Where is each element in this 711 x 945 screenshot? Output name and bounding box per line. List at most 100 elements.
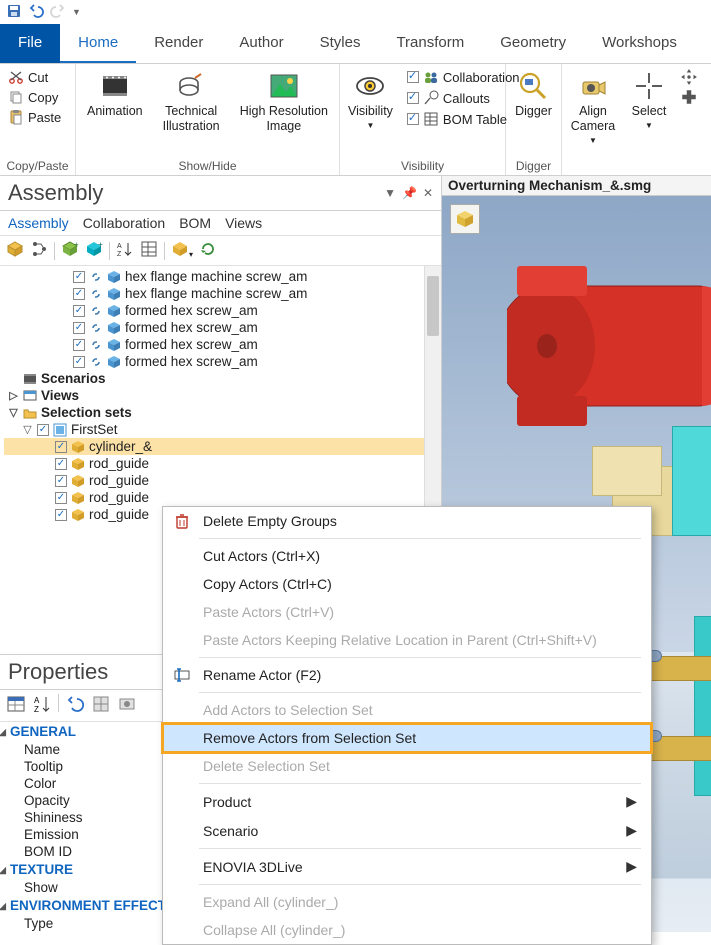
tree-checkbox[interactable]: ✓ (55, 492, 67, 504)
tree-scenarios[interactable]: Scenarios (4, 370, 441, 387)
subtab-bom[interactable]: BOM (179, 215, 211, 231)
tool-hierarchy-icon[interactable] (30, 240, 48, 261)
menu-item[interactable]: ENOVIA 3DLive▶ (163, 852, 651, 881)
tab-transform[interactable]: Transform (378, 24, 482, 63)
menu-item[interactable]: Rename Actor (F2) (163, 661, 651, 689)
visibility-button[interactable]: Visibility▼ (346, 68, 395, 133)
tab-styles[interactable]: Styles (302, 24, 379, 63)
subtab-assembly[interactable]: Assembly (8, 215, 69, 231)
checkbox-icon[interactable] (407, 113, 419, 125)
tool-sort-icon[interactable]: AZ (116, 240, 134, 261)
move-icon[interactable] (680, 68, 698, 86)
assembly-subtabs: Assembly Collaboration BOM Views (0, 211, 441, 236)
props-neutral2-icon[interactable] (117, 694, 137, 717)
panel-close-icon[interactable]: ✕ (423, 186, 433, 200)
copy-button[interactable]: Copy (6, 88, 63, 106)
tree-item[interactable]: ✓formed hex screw_am (4, 302, 441, 319)
assembly-panel-header: Assembly ▼ 📌 ✕ (0, 176, 441, 211)
animation-button[interactable]: Animation (85, 68, 145, 121)
tool-add2-icon[interactable]: + (85, 240, 103, 261)
redo-icon[interactable] (50, 3, 66, 22)
tab-render[interactable]: Render (136, 24, 221, 63)
props-undo-icon[interactable] (65, 694, 85, 717)
high-res-image-button[interactable]: High Resolution Image (238, 68, 330, 136)
tree-set-item[interactable]: ✓rod_guide (4, 472, 441, 489)
pan-icon[interactable] (680, 88, 698, 106)
checkbox-icon[interactable] (407, 92, 419, 104)
tree-checkbox[interactable]: ✓ (55, 441, 67, 453)
tree-checkbox[interactable]: ✓ (55, 475, 67, 487)
bom-table-toggle[interactable]: BOM Table (405, 110, 522, 128)
tree-checkbox[interactable]: ✓ (73, 339, 85, 351)
panel-title-assembly: Assembly (8, 180, 378, 206)
tree-checkbox[interactable]: ✓ (73, 305, 85, 317)
tree-checkbox[interactable]: ✓ (55, 509, 67, 521)
digger-button[interactable]: Digger (513, 68, 554, 121)
tab-geometry[interactable]: Geometry (482, 24, 584, 63)
tool-add-icon[interactable]: + (61, 240, 79, 261)
menu-item[interactable]: Copy Actors (Ctrl+C) (163, 570, 651, 598)
save-icon[interactable] (6, 3, 22, 22)
collaboration-toggle[interactable]: Collaboration (405, 68, 522, 86)
svg-text:Z: Z (34, 705, 39, 714)
callouts-toggle[interactable]: Callouts (405, 89, 522, 107)
svg-text:A: A (117, 243, 122, 250)
menu-item[interactable]: Product▶ (163, 787, 651, 816)
menu-item: Add Actors to Selection Set (163, 696, 651, 724)
menu-item[interactable]: Cut Actors (Ctrl+X) (163, 542, 651, 570)
tool-grid-icon[interactable] (140, 240, 158, 261)
quick-access-toolbar: ▼ (0, 0, 711, 24)
tool-cube-icon[interactable] (6, 240, 24, 261)
tree-checkbox[interactable]: ✓ (55, 458, 67, 470)
tab-workshops[interactable]: Workshops (584, 24, 695, 63)
tree-checkbox[interactable]: ✓ (73, 271, 85, 283)
tree-item[interactable]: ✓hex flange machine screw_am (4, 268, 441, 285)
menu-item[interactable]: Delete Empty Groups (163, 507, 651, 535)
tree-item[interactable]: ✓formed hex screw_am (4, 336, 441, 353)
tree-selection-sets[interactable]: ▽Selection sets (4, 404, 441, 421)
tree-item[interactable]: ✓hex flange machine screw_am (4, 285, 441, 302)
menu-separator (199, 538, 641, 539)
cut-button[interactable]: Cut (6, 68, 63, 86)
tree-checkbox[interactable]: ✓ (73, 356, 85, 368)
tree-checkbox[interactable]: ✓ (73, 288, 85, 300)
tree-checkbox[interactable]: ✓ (73, 322, 85, 334)
tree-item[interactable]: ✓formed hex screw_am (4, 319, 441, 336)
technical-illustration-button[interactable]: Technical Illustration (161, 68, 222, 136)
tree-firstset[interactable]: ▽✓FirstSet (4, 421, 441, 438)
tool-cycle-icon[interactable] (199, 240, 217, 261)
tree-checkbox[interactable]: ✓ (37, 424, 49, 436)
props-categorized-image-icon[interactable] (6, 694, 26, 717)
menu-item: Collapse All (cylinder_) (163, 916, 651, 944)
tree-item[interactable]: ✓formed hex screw_am (4, 353, 441, 370)
props-neutral-icon[interactable] (91, 694, 111, 717)
menu-item[interactable]: Remove Actors from Selection Set (163, 724, 651, 752)
tab-file[interactable]: File (0, 24, 60, 63)
tab-author[interactable]: Author (221, 24, 301, 63)
document-tab[interactable]: Overturning Mechanism_&.smg (442, 176, 711, 196)
ribbon-group-camera: Align Camera▼ (562, 64, 624, 175)
panel-dropdown-icon[interactable]: ▼ (384, 186, 396, 200)
menu-item[interactable]: Scenario▶ (163, 816, 651, 845)
paste-button[interactable]: Paste (6, 108, 63, 126)
align-camera-button[interactable]: Align Camera▼ (569, 68, 617, 148)
panel-pin-icon[interactable]: 📌 (402, 186, 417, 200)
props-sort-icon[interactable]: AZ (32, 694, 52, 717)
undo-icon[interactable] (28, 3, 44, 22)
subtab-views[interactable]: Views (225, 215, 262, 231)
menu-separator (199, 657, 641, 658)
tree-views[interactable]: ▷Views (4, 387, 441, 404)
subtab-collaboration[interactable]: Collaboration (83, 215, 166, 231)
menu-item: Delete Selection Set (163, 752, 651, 780)
menu-separator (199, 692, 641, 693)
checkbox-icon[interactable] (407, 71, 419, 83)
select-button[interactable]: Select▼ (630, 68, 669, 133)
tree-set-item[interactable]: ✓cylinder_& (4, 438, 441, 455)
svg-text:+: + (98, 240, 103, 249)
tab-home[interactable]: Home (60, 24, 136, 63)
view-cube-icon[interactable] (450, 204, 480, 234)
qat-dropdown-icon[interactable]: ▼ (72, 7, 81, 17)
tree-set-item[interactable]: ✓rod_guide (4, 489, 441, 506)
tree-set-item[interactable]: ✓rod_guide (4, 455, 441, 472)
tool-cube2-icon[interactable]: ▾ (171, 240, 193, 261)
